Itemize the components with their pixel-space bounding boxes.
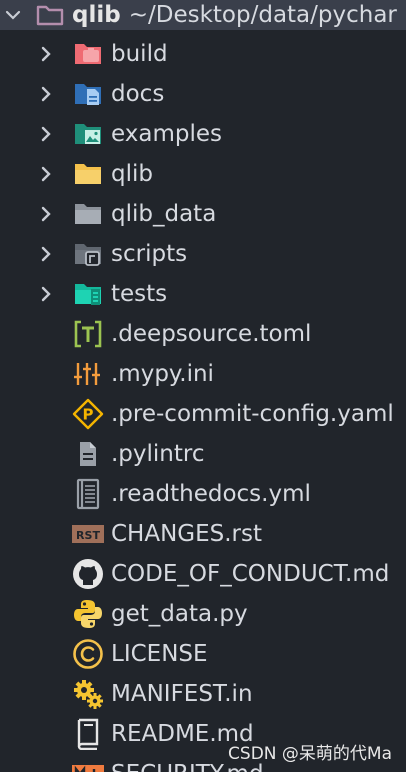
build-folder-icon [72, 38, 104, 70]
tree-file-get-data-py[interactable]: get_data.py [0, 594, 406, 634]
readthedocs-book-icon [72, 478, 104, 510]
chevron-down-icon[interactable] [2, 4, 24, 26]
tree-folder-examples[interactable]: examples [0, 114, 406, 154]
chevron-right-icon[interactable] [35, 203, 57, 225]
svg-text:RST: RST [76, 529, 100, 542]
chevron-right-icon[interactable] [35, 83, 57, 105]
folder-outline-icon [34, 0, 66, 31]
tree-item-label: docs [111, 81, 165, 107]
tree-file-changes-rst[interactable]: RST CHANGES.rst [0, 514, 406, 554]
tree-item-label: .deepsource.toml [111, 321, 312, 347]
project-root-label: qlib ~/Desktop/data/pychar [72, 2, 397, 28]
tree-item-label: qlib [111, 161, 153, 187]
chevron-right-icon[interactable] [35, 283, 57, 305]
tree-item-label: CHANGES.rst [111, 521, 263, 547]
file-tree: qlib ~/Desktop/data/pychar build docs ex… [0, 0, 406, 772]
tree-file-code-of-conduct[interactable]: CODE_OF_CONDUCT.md [0, 554, 406, 594]
tree-item-label: .pre-commit-config.yaml [111, 401, 394, 427]
examples-folder-icon [72, 118, 104, 150]
toml-icon [72, 318, 104, 350]
tree-item-label: MANIFEST.in [111, 681, 253, 707]
tree-folder-docs[interactable]: docs [0, 74, 406, 114]
tree-file-license[interactable]: LICENSE [0, 634, 406, 674]
pre-commit-icon: P [72, 398, 104, 430]
tree-item-label: build [111, 41, 168, 67]
tree-file-manifest-in[interactable]: MANIFEST.in [0, 674, 406, 714]
watermark-text: CSDN @呆萌的代Ma [228, 744, 392, 764]
tree-item-label: CODE_OF_CONDUCT.md [111, 561, 390, 587]
tree-item-label: scripts [111, 241, 188, 267]
copyright-icon [72, 638, 104, 670]
python-icon [72, 598, 104, 630]
svg-text:P: P [83, 406, 94, 424]
rst-icon: RST [72, 518, 104, 550]
tree-file-pre-commit-config[interactable]: P .pre-commit-config.yaml [0, 394, 406, 434]
manifest-gears-icon [72, 678, 104, 710]
tree-item-label: LICENSE [111, 641, 208, 667]
markdown-icon [72, 758, 104, 772]
chevron-right-icon[interactable] [35, 163, 57, 185]
tree-item-label: qlib_data [111, 201, 217, 227]
tree-item-label: .pylintrc [111, 441, 205, 467]
tests-folder-icon [72, 278, 104, 310]
tree-item-label: tests [111, 281, 168, 307]
tree-folder-tests[interactable]: tests [0, 274, 406, 314]
docs-folder-icon [72, 78, 104, 110]
document-icon [72, 438, 104, 470]
scripts-folder-icon [72, 238, 104, 270]
readme-book-icon [72, 718, 104, 750]
chevron-right-icon[interactable] [35, 43, 57, 65]
folder-icon [72, 198, 104, 230]
tree-file-readthedocs[interactable]: .readthedocs.yml [0, 474, 406, 514]
tree-item-label: get_data.py [111, 601, 248, 627]
tree-file-pylintrc[interactable]: .pylintrc [0, 434, 406, 474]
settings-sliders-icon [72, 358, 104, 390]
chevron-right-icon[interactable] [35, 123, 57, 145]
tree-file-mypy-ini[interactable]: .mypy.ini [0, 354, 406, 394]
github-icon [72, 558, 104, 590]
folder-icon [72, 158, 104, 190]
tree-folder-qlib[interactable]: qlib [0, 154, 406, 194]
tree-folder-scripts[interactable]: scripts [0, 234, 406, 274]
tree-item-label: examples [111, 121, 222, 147]
tree-item-label: .readthedocs.yml [111, 481, 311, 507]
tree-folder-build[interactable]: build [0, 34, 406, 74]
chevron-right-icon[interactable] [35, 243, 57, 265]
tree-file-deepsource-toml[interactable]: .deepsource.toml [0, 314, 406, 354]
tree-item-label: .mypy.ini [111, 361, 214, 387]
tree-folder-qlib-data[interactable]: qlib_data [0, 194, 406, 234]
project-root-row[interactable]: qlib ~/Desktop/data/pychar [0, 0, 406, 30]
